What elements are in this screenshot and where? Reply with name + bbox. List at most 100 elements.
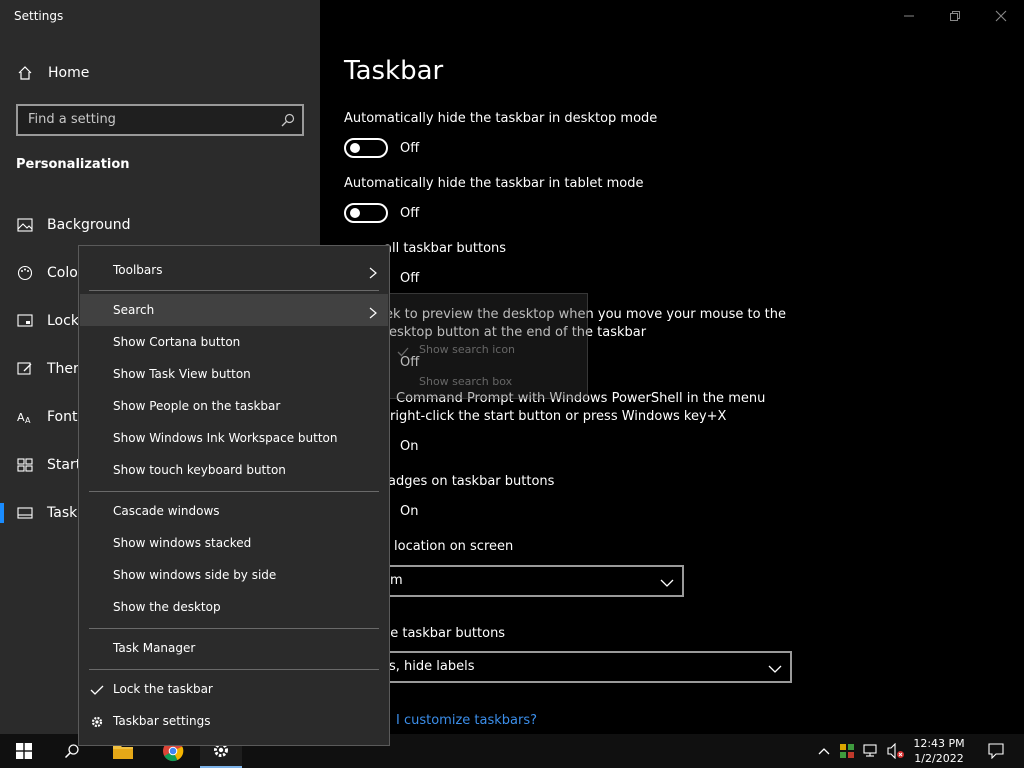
themes-icon [16, 360, 34, 378]
menu-item-label: Show Task View button [113, 367, 251, 381]
menu-item-cortana[interactable]: Show Cortana button [80, 326, 388, 358]
menu-separator [89, 669, 379, 670]
toggle-state-label: Off [400, 271, 420, 286]
chevron-down-icon [660, 575, 674, 589]
menu-item-search[interactable]: Search [80, 294, 388, 326]
menu-item-label: Show the desktop [113, 600, 221, 614]
search-submenu: Show search icon Show search box [386, 293, 588, 399]
volume-button[interactable] [886, 734, 906, 768]
tray-app-button[interactable] [838, 734, 856, 768]
network-button[interactable] [862, 734, 880, 768]
taskbar-icon [16, 504, 34, 522]
menu-item-cascade[interactable]: Cascade windows [80, 495, 388, 527]
menu-item-label: Show touch keyboard button [113, 463, 286, 477]
clock-time: 12:43 PM [913, 737, 965, 750]
picture-icon [16, 216, 34, 234]
toggle-knob [350, 208, 360, 218]
svg-text:A: A [25, 416, 31, 425]
menu-separator [89, 628, 379, 629]
setting-label-badges: adges on taskbar buttons [388, 474, 555, 489]
menu-separator [89, 290, 379, 291]
menu-item-task-manager[interactable]: Task Manager [80, 632, 388, 664]
menu-item-label: Show Windows Ink Workspace button [113, 431, 338, 445]
menu-item-side-by-side[interactable]: Show windows side by side [80, 559, 388, 591]
palette-icon [16, 264, 34, 282]
chevron-right-icon [368, 304, 378, 319]
menu-item-label: Search [113, 303, 155, 317]
start-button[interactable] [0, 734, 48, 768]
home-icon [16, 64, 34, 82]
network-icon [863, 744, 877, 757]
help-link[interactable]: I customize taskbars? [396, 713, 537, 728]
clock[interactable]: 12:43 PM 1/2/2022 [908, 734, 970, 768]
close-icon [995, 10, 1007, 22]
sidebar-item-label: Colo [47, 265, 78, 281]
menu-item-label: Lock the taskbar [113, 682, 213, 696]
search-icon[interactable] [280, 112, 296, 128]
sidebar-item-label: Background [47, 217, 131, 233]
menu-item-label: Show People on the taskbar [113, 399, 281, 413]
location-dropdown-value: m [390, 573, 403, 588]
page-title: Taskbar [344, 56, 444, 86]
menu-item-label: Taskbar settings [113, 714, 211, 728]
search-input[interactable] [28, 112, 268, 127]
toggle-knob [350, 143, 360, 153]
fonts-icon: AA [16, 408, 34, 426]
menu-item-taskbar-settings[interactable]: Taskbar settings [80, 705, 388, 737]
setting-label-small-buttons: all taskbar buttons [384, 241, 507, 256]
setting-label-hide-tablet: Automatically hide the taskbar in tablet… [344, 176, 644, 191]
restore-button[interactable] [932, 0, 978, 32]
sidebar-item-label: Lock [47, 313, 79, 329]
menu-item-label: Cascade windows [113, 504, 220, 518]
lock-screen-icon [16, 312, 34, 330]
sidebar-item-background[interactable]: Background [0, 205, 320, 245]
menu-item-ink-workspace[interactable]: Show Windows Ink Workspace button [80, 422, 388, 454]
action-center-button[interactable] [976, 734, 1016, 768]
sidebar-item-label: Ther [47, 361, 79, 377]
submenu-show-search-icon[interactable]: Show search icon [387, 334, 587, 366]
menu-item-touch-keyboard[interactable]: Show touch keyboard button [80, 454, 388, 486]
menu-item-label: Toolbars [113, 263, 163, 277]
start-icon [16, 456, 34, 474]
volume-muted-icon [887, 743, 904, 759]
notification-icon [988, 743, 1004, 759]
close-button[interactable] [978, 0, 1024, 32]
submenu-show-search-box[interactable]: Show search box [387, 366, 587, 398]
taskbar-context-menu: Toolbars Search Show Cortana button Show… [78, 245, 390, 746]
sidebar-item-label: Start [47, 457, 82, 473]
combine-dropdown-value: s, hide labels [389, 659, 475, 674]
checkmark-icon [90, 682, 104, 696]
menu-item-label: Show Cortana button [113, 335, 241, 349]
setting-label-hide-desktop: Automatically hide the taskbar in deskto… [344, 111, 658, 126]
show-hidden-icons-button[interactable] [814, 734, 834, 768]
setting-label-combine: he taskbar buttons [382, 626, 506, 641]
toggle-hide-tablet[interactable] [344, 203, 388, 223]
location-dropdown[interactable]: m [344, 565, 684, 597]
menu-item-show-desktop[interactable]: Show the desktop [80, 591, 388, 623]
app-title: Settings [14, 9, 64, 23]
windows-logo-icon [16, 743, 32, 759]
toggle-state-label: Off [400, 206, 420, 221]
setting-label-powershell-line2: right-click the start button or press Wi… [390, 409, 727, 424]
toggle-state-label: On [400, 439, 419, 454]
clock-date: 1/2/2022 [914, 752, 964, 765]
menu-item-toolbars[interactable]: Toolbars [80, 254, 388, 286]
menu-item-lock-taskbar[interactable]: Lock the taskbar [80, 673, 388, 705]
svg-text:A: A [17, 411, 25, 424]
combine-dropdown[interactable]: s, hide labels [344, 651, 792, 683]
nav-home[interactable]: Home [0, 53, 320, 93]
search-box[interactable] [16, 104, 304, 136]
menu-item-stacked[interactable]: Show windows stacked [80, 527, 388, 559]
chevron-down-icon [768, 661, 782, 675]
toggle-hide-desktop[interactable] [344, 138, 388, 158]
chevron-right-icon [368, 264, 378, 279]
menu-separator [89, 491, 379, 492]
menu-item-people[interactable]: Show People on the taskbar [80, 390, 388, 422]
submenu-label: Show search icon [419, 343, 516, 356]
minimize-button[interactable] [886, 0, 932, 32]
restore-icon [950, 11, 960, 21]
tray-app-icon [840, 744, 854, 758]
checkmark-icon [397, 343, 409, 357]
setting-label-location: location on screen [394, 539, 514, 554]
menu-item-task-view[interactable]: Show Task View button [80, 358, 388, 390]
